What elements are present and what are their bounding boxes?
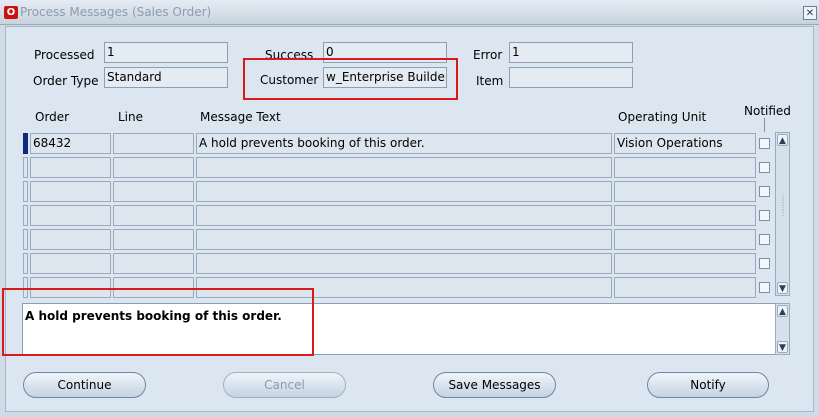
operating-unit-cell[interactable]	[614, 229, 756, 250]
order-cell[interactable]	[30, 253, 111, 274]
operating-unit-cell[interactable]	[614, 253, 756, 274]
column-header-operating-unit: Operating Unit	[618, 110, 707, 124]
operating-unit-cell[interactable]	[614, 181, 756, 202]
cancel-button[interactable]: Cancel	[223, 372, 346, 398]
oracle-app-icon: O	[4, 6, 18, 19]
save-messages-button[interactable]: Save Messages	[433, 372, 556, 398]
notified-checkbox[interactable]	[759, 162, 770, 173]
scroll-down-arrow-icon[interactable]: ▼	[777, 341, 788, 353]
row-indicator-active[interactable]	[23, 133, 28, 154]
line-cell[interactable]	[113, 181, 194, 202]
line-cell[interactable]	[113, 229, 194, 250]
message-cell[interactable]	[196, 205, 612, 226]
scroll-down-arrow-icon[interactable]: ▼	[777, 282, 788, 294]
order-type-label: Order Type	[33, 74, 99, 88]
order-type-field[interactable]: Standard	[104, 67, 228, 88]
processed-field[interactable]: 1	[104, 42, 228, 63]
scroll-up-arrow-icon[interactable]: ▲	[777, 305, 788, 317]
item-label: Item	[476, 74, 504, 88]
notified-checkbox[interactable]	[759, 234, 770, 245]
line-cell[interactable]	[113, 253, 194, 274]
notify-button[interactable]: Notify	[647, 372, 769, 398]
operating-unit-cell[interactable]	[614, 277, 756, 298]
message-cell[interactable]	[196, 157, 612, 178]
message-cell[interactable]	[196, 229, 612, 250]
title-bar: O Process Messages (Sales Order) ✕	[0, 0, 819, 25]
row-indicator[interactable]	[23, 253, 28, 274]
message-highlight-box	[2, 288, 314, 356]
operating-unit-cell[interactable]	[614, 157, 756, 178]
line-cell[interactable]	[113, 205, 194, 226]
notified-checkbox[interactable]	[759, 258, 770, 269]
error-field[interactable]: 1	[509, 42, 633, 63]
column-header-message-text: Message Text	[200, 110, 281, 124]
row-indicator[interactable]	[23, 229, 28, 250]
processed-label: Processed	[34, 48, 95, 62]
line-cell[interactable]	[113, 133, 194, 154]
row-indicator[interactable]	[23, 205, 28, 226]
column-header-notified: Notified	[744, 104, 791, 118]
column-header-order: Order	[35, 110, 70, 124]
notified-checkbox[interactable]	[759, 138, 770, 149]
notified-checkbox[interactable]	[759, 282, 770, 293]
customer-highlight-box	[243, 58, 458, 100]
message-cell[interactable]	[196, 253, 612, 274]
order-cell[interactable]	[30, 205, 111, 226]
table-scrollbar[interactable]: ▲ ⋮ ⋮ ⋮ ⋮ ▼	[775, 132, 790, 296]
operating-unit-cell[interactable]: Vision Operations	[614, 133, 756, 154]
notified-checkbox[interactable]	[759, 210, 770, 221]
message-scrollbar[interactable]: ▲ ▼	[775, 303, 790, 355]
error-label: Error	[473, 48, 503, 62]
scroll-grip-icon[interactable]: ⋮ ⋮ ⋮ ⋮	[779, 194, 787, 217]
continue-button[interactable]: Continue	[23, 372, 146, 398]
row-indicator[interactable]	[23, 181, 28, 202]
row-indicator[interactable]	[23, 157, 28, 178]
operating-unit-cell[interactable]	[614, 205, 756, 226]
order-cell[interactable]: 68432	[30, 133, 111, 154]
window-title: Process Messages (Sales Order)	[20, 5, 212, 19]
message-cell[interactable]	[196, 181, 612, 202]
column-header-line: Line	[118, 110, 144, 124]
order-cell[interactable]	[30, 157, 111, 178]
close-button[interactable]: ✕	[803, 6, 817, 20]
message-cell[interactable]: A hold prevents booking of this order.	[196, 133, 612, 154]
line-cell[interactable]	[113, 157, 194, 178]
item-field[interactable]	[509, 67, 633, 88]
notified-checkbox[interactable]	[759, 186, 770, 197]
scroll-up-arrow-icon[interactable]: ▲	[777, 134, 788, 146]
notified-header-tick	[764, 118, 765, 132]
order-cell[interactable]	[30, 181, 111, 202]
order-cell[interactable]	[30, 229, 111, 250]
